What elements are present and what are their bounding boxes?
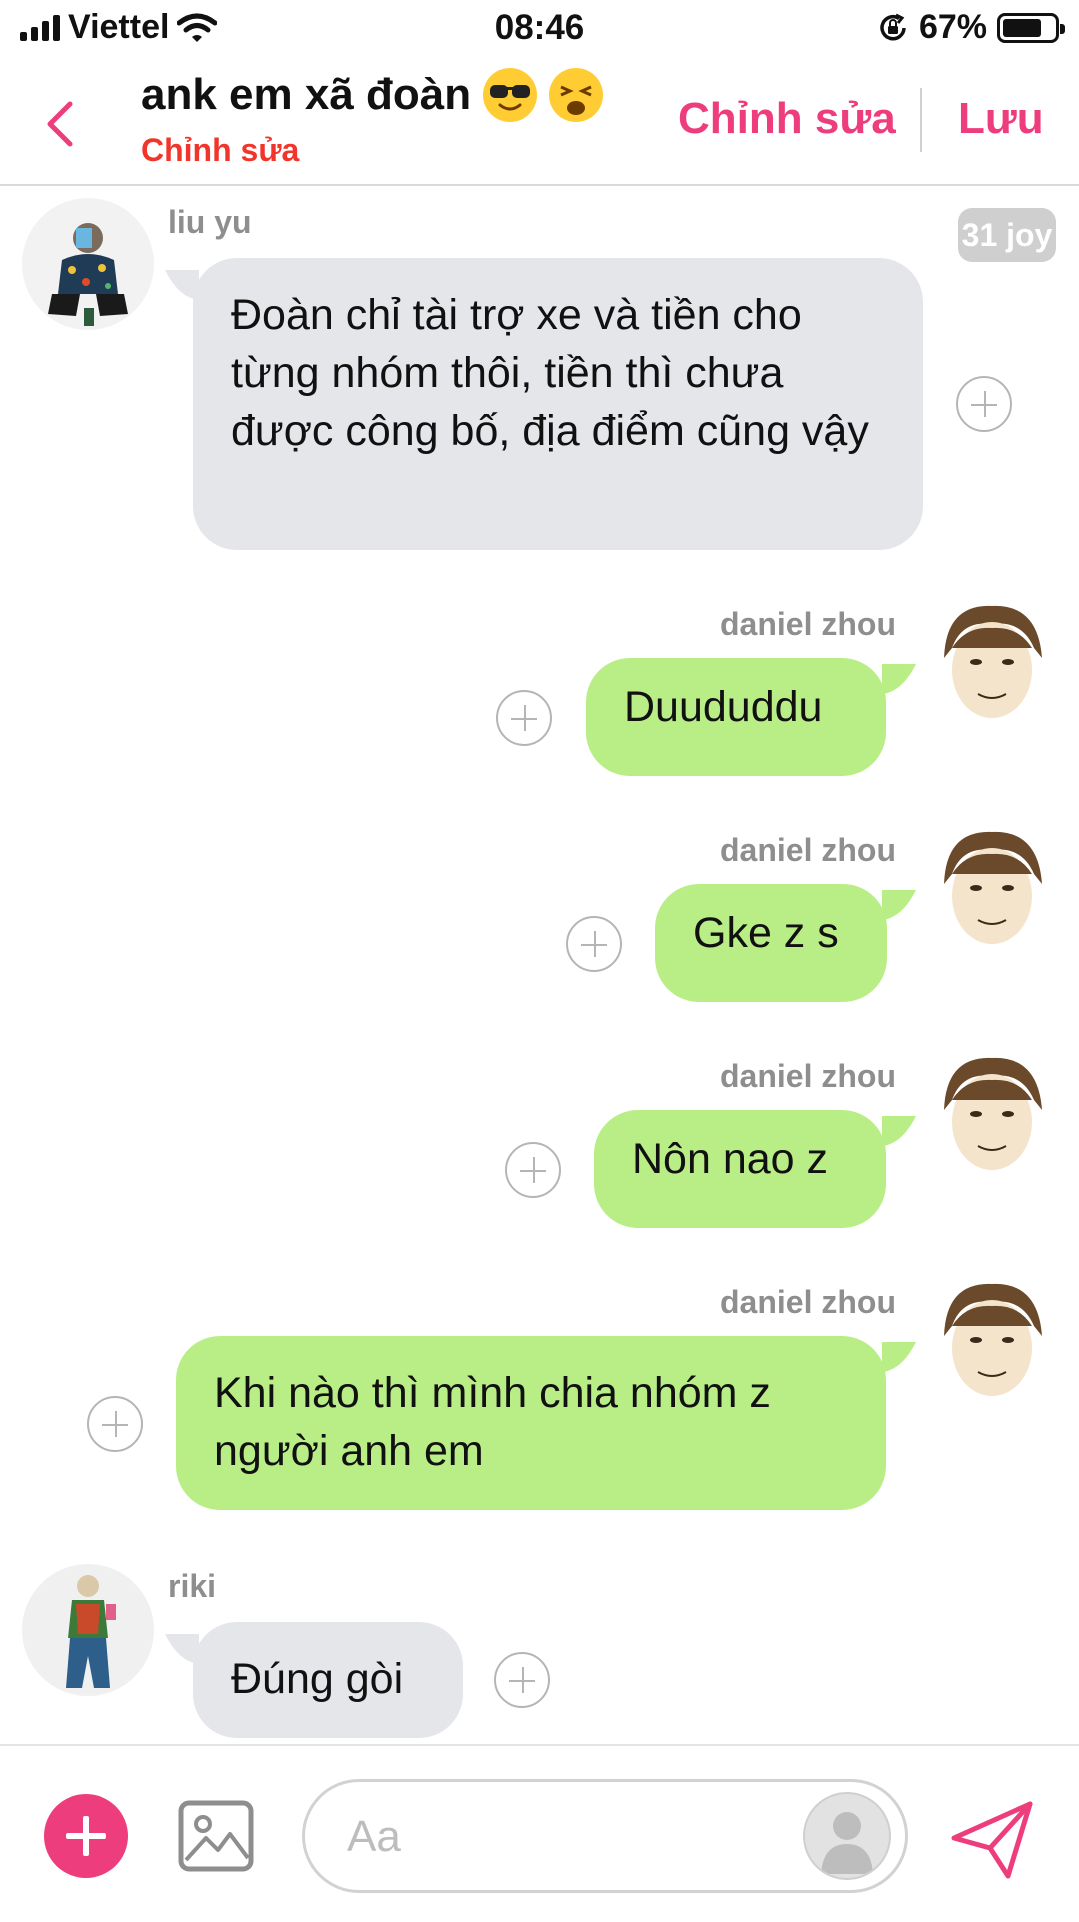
react-add-icon[interactable]: [87, 1396, 143, 1452]
message-text: Đoàn chỉ tài trợ xe và tiền cho từng nhó…: [231, 291, 869, 455]
send-icon[interactable]: [950, 1800, 1034, 1880]
save-button[interactable]: Lưu: [958, 94, 1044, 144]
message-bubble[interactable]: Đoàn chỉ tài trợ xe và tiền cho từng nhó…: [193, 258, 923, 550]
battery-icon: [997, 12, 1065, 43]
message-bubble[interactable]: Gke z s: [655, 884, 887, 1002]
message-bubble[interactable]: Duududdu: [586, 658, 886, 776]
chat-title: ank em xã đoàn: [141, 68, 604, 122]
sender-name: daniel zhou: [720, 832, 896, 868]
sender-name: daniel zhou: [720, 1284, 896, 1320]
react-add-icon[interactable]: [496, 690, 552, 746]
sender-name: liu yu: [168, 204, 252, 240]
sender-name: riki: [168, 1568, 217, 1604]
avatar-daniel-zhou[interactable]: [926, 598, 1058, 730]
avatar-daniel-zhou[interactable]: [926, 824, 1058, 956]
status-bar: Viettel 08:46 67%: [0, 0, 1079, 60]
message-input-container[interactable]: [302, 1779, 908, 1893]
bubble-tail: [882, 1116, 916, 1146]
message-bubble[interactable]: Đúng gòi: [193, 1622, 463, 1738]
back-chevron-icon[interactable]: [40, 94, 80, 154]
sender-name: daniel zhou: [720, 606, 896, 642]
message-input[interactable]: [345, 1804, 769, 1870]
chat-subtitle[interactable]: Chỉnh sửa: [141, 132, 299, 169]
battery-percentage: 67%: [918, 8, 987, 46]
avatar-liu-yu[interactable]: [22, 198, 154, 330]
edit-button[interactable]: Chỉnh sửa: [678, 94, 896, 144]
bubble-tail: [882, 1342, 916, 1372]
default-profile-icon[interactable]: [803, 1792, 891, 1880]
message-text: Đúng gòi: [231, 1655, 404, 1703]
bubble-tail: [882, 890, 916, 920]
message-bubble[interactable]: Khi nào thì mình chia nhóm z người anh e…: [176, 1336, 886, 1510]
avatar-riki[interactable]: [22, 1564, 154, 1696]
message-text: Gke z s: [693, 909, 839, 957]
weary-face-emoji-icon: [549, 68, 604, 122]
message-text: Duududdu: [624, 683, 823, 731]
react-add-icon[interactable]: [494, 1652, 550, 1708]
message-bubble[interactable]: Nôn nao z: [594, 1110, 886, 1228]
react-add-icon[interactable]: [505, 1142, 561, 1198]
avatar-daniel-zhou[interactable]: [926, 1276, 1058, 1408]
chat-header: ank em xã đoàn Chỉnh sửa Chỉnh sửa Lưu: [0, 60, 1079, 186]
sender-name: daniel zhou: [720, 1058, 896, 1094]
bubble-tail: [882, 664, 916, 694]
message-text: Khi nào thì mình chia nhóm z người anh e…: [214, 1369, 771, 1475]
sunglasses-emoji-icon: [483, 68, 538, 122]
header-divider: [920, 88, 922, 152]
composer-bar: [0, 1744, 1079, 1922]
rotation-lock-icon: [880, 13, 906, 40]
add-attachment-button[interactable]: [44, 1794, 128, 1878]
message-text: Nôn nao z: [632, 1135, 829, 1183]
avatar-daniel-zhou[interactable]: [926, 1050, 1058, 1182]
image-gallery-icon[interactable]: [178, 1800, 254, 1872]
date-badge: 31 joy: [958, 208, 1056, 262]
chat-title-text: ank em xã đoàn: [141, 70, 472, 119]
react-add-icon[interactable]: [566, 916, 622, 972]
react-add-icon[interactable]: [956, 376, 1012, 432]
